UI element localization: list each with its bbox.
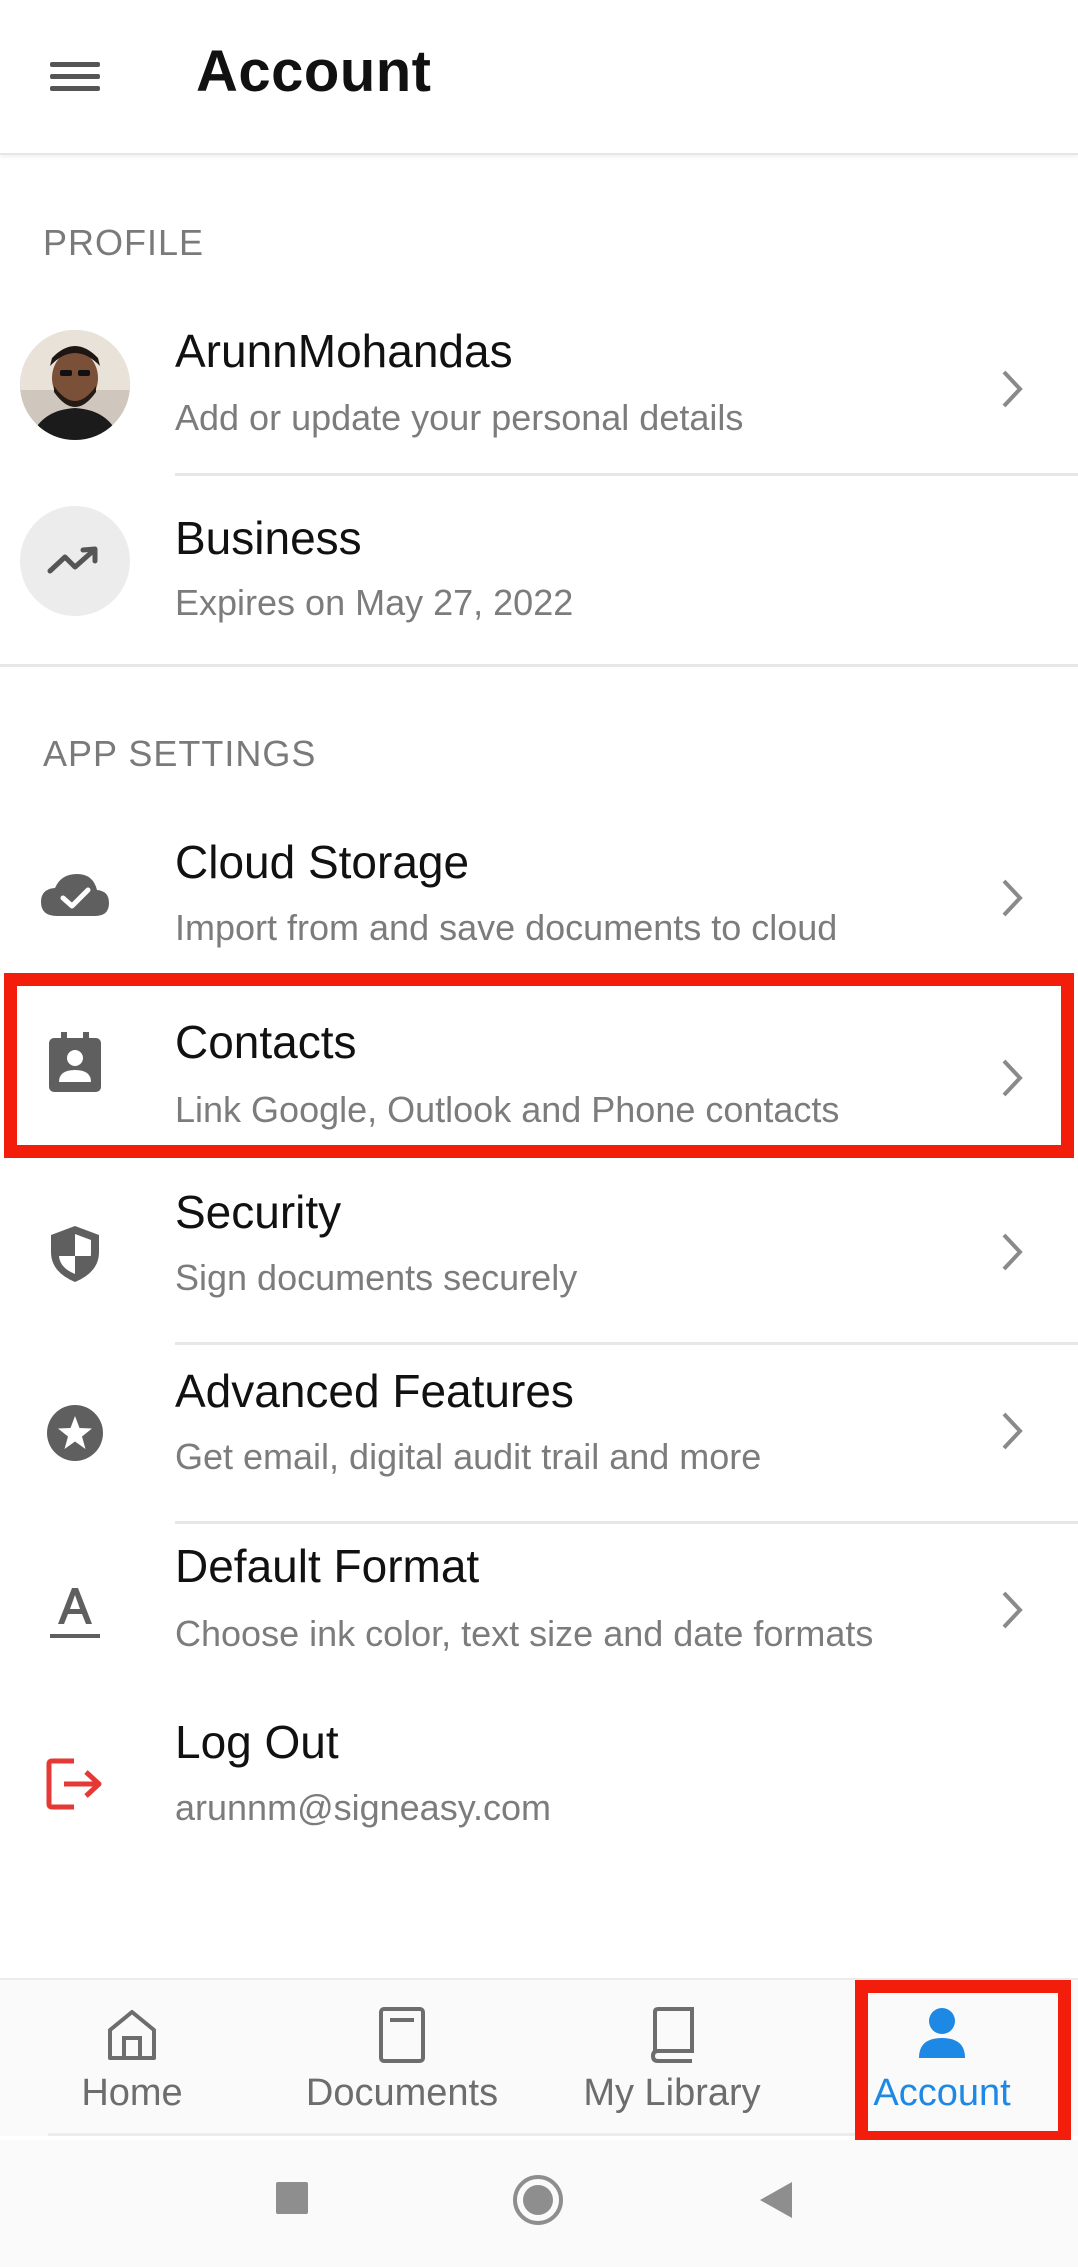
book-icon	[650, 2007, 694, 2063]
chevron-right-icon	[1002, 1412, 1023, 1450]
chevron-right-icon	[1002, 370, 1023, 408]
nav-label-home: Home	[81, 2072, 183, 2114]
nav-label-account: Account	[873, 2072, 1011, 2114]
bottom-navigation: Home Documents My Library Account	[0, 1978, 1078, 2136]
chevron-right-icon	[1002, 1591, 1023, 1629]
advanced-features-subtitle: Get email, digital audit trail and more	[175, 1436, 762, 1477]
home-circle-icon[interactable]	[512, 2174, 564, 2226]
chevron-right-icon	[1002, 879, 1023, 917]
logout-icon	[46, 1758, 102, 1810]
nav-divider	[48, 2133, 1038, 2136]
chevron-right-icon	[1002, 1233, 1023, 1271]
trending-up-icon	[20, 506, 130, 616]
divider	[175, 1342, 1078, 1345]
settings-item-cloud-storage[interactable]: Cloud Storage Import from and save docum…	[0, 820, 1078, 975]
cloud-storage-title: Cloud Storage	[175, 836, 470, 888]
section-divider	[0, 664, 1078, 667]
cloud-storage-subtitle: Import from and save documents to cloud	[175, 907, 838, 948]
person-icon	[919, 2008, 965, 2058]
settings-item-contacts[interactable]: Contacts Link Google, Outlook and Phone …	[0, 985, 1078, 1145]
nav-label-documents: Documents	[305, 2072, 499, 2114]
nav-tab-account[interactable]: Account	[822, 1980, 1062, 2138]
system-navigation-bar	[0, 2140, 1078, 2267]
section-header-profile: PROFILE	[43, 222, 205, 263]
contacts-subtitle: Link Google, Outlook and Phone contacts	[175, 1089, 840, 1130]
nav-label-my-library: My Library	[583, 2072, 761, 2114]
nav-tab-my-library[interactable]: My Library	[552, 1980, 792, 2138]
business-title: Business	[175, 512, 362, 564]
contacts-title: Contacts	[175, 1016, 357, 1068]
divider	[175, 1521, 1078, 1524]
log-out-email: arunnm@signeasy.com	[175, 1787, 552, 1828]
security-title: Security	[175, 1186, 342, 1238]
settings-item-security[interactable]: Security Sign documents securely	[0, 1167, 1078, 1342]
default-format-subtitle: Choose ink color, text size and date for…	[175, 1613, 874, 1654]
business-row[interactable]: Business Expires on May 27, 2022	[0, 478, 1078, 663]
security-subtitle: Sign documents securely	[175, 1257, 578, 1298]
nav-tab-home[interactable]: Home	[12, 1980, 252, 2138]
shield-icon	[51, 1226, 99, 1282]
profile-name: ArunnMohandas	[175, 325, 513, 377]
profile-row[interactable]: ArunnMohandas Add or update your persona…	[0, 310, 1078, 475]
cloud-done-icon	[41, 874, 109, 916]
profile-subtitle: Add or update your personal details	[175, 397, 744, 438]
section-header-app-settings: APP SETTINGS	[43, 733, 317, 774]
nav-tab-documents[interactable]: Documents	[282, 1980, 522, 2138]
default-format-title: Default Format	[175, 1540, 480, 1592]
settings-item-advanced-features[interactable]: Advanced Features Get email, digital aud…	[0, 1346, 1078, 1521]
home-icon	[108, 2010, 156, 2060]
log-out-title: Log Out	[175, 1716, 339, 1768]
advanced-features-title: Advanced Features	[175, 1365, 574, 1417]
chevron-right-icon	[1002, 1059, 1023, 1097]
contact-card-icon	[49, 1032, 101, 1092]
back-triangle-icon[interactable]	[758, 2180, 794, 2220]
document-icon	[379, 2007, 425, 2063]
settings-item-log-out[interactable]: Log Out arunnm@signeasy.com	[0, 1705, 1078, 1865]
page-title: Account	[196, 39, 432, 104]
hamburger-menu-icon[interactable]	[38, 52, 112, 100]
divider	[175, 473, 1078, 476]
business-expiry: Expires on May 27, 2022	[175, 582, 574, 623]
avatar	[20, 330, 130, 440]
star-circle-icon	[47, 1405, 103, 1461]
app-bar: Account	[0, 0, 1078, 155]
settings-item-default-format[interactable]: Default Format Choose ink color, text si…	[0, 1525, 1078, 1700]
text-format-icon	[50, 1588, 100, 1638]
recents-square-icon[interactable]	[274, 2180, 310, 2216]
